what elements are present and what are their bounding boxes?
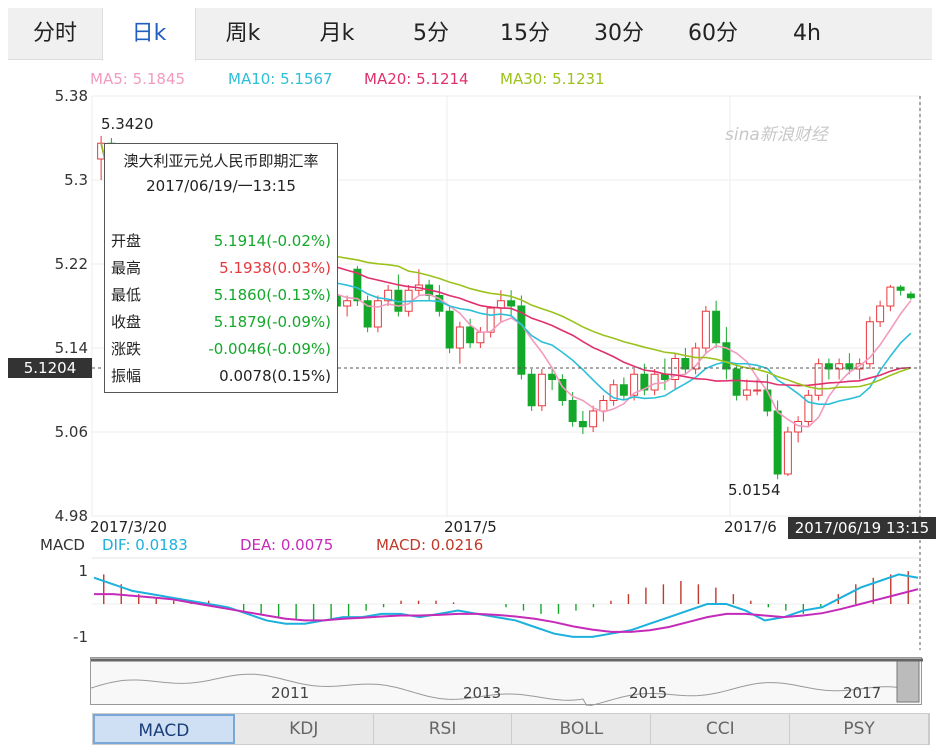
candle-body [455, 326, 464, 349]
candle-body [589, 410, 598, 428]
candle-body [650, 373, 659, 391]
candle-body [732, 368, 741, 396]
candle-body [681, 358, 690, 370]
sina-watermark: sina新浪财经 [725, 125, 830, 145]
candle-body [507, 300, 516, 307]
tooltip-row-value: 0.0078(0.15%) [219, 367, 331, 385]
candle-body [578, 421, 587, 428]
tooltip-row-label: 收盘 [111, 313, 142, 331]
candle-body [537, 373, 546, 407]
indicator-tab-boll[interactable]: BOLL [512, 714, 652, 744]
candle-body [599, 400, 608, 412]
price-tick-label: 4.98 [55, 507, 88, 525]
price-tick-label: 5.22 [55, 255, 88, 273]
price-tick-label: 5.38 [55, 87, 88, 105]
candle-body [527, 373, 536, 407]
indicator-tab-macd[interactable]: MACD [93, 714, 235, 744]
indicator-tab-cci[interactable]: CCI [651, 714, 791, 744]
tooltip-row: 最低 5.1860(-0.13%) [111, 282, 331, 309]
tooltip-row-value: -0.0046(-0.09%) [208, 340, 331, 358]
tooltip-row-value: 5.1860(-0.13%) [213, 286, 331, 304]
navigator-year-label: 2015 [629, 684, 667, 702]
candle-body [906, 293, 915, 299]
navigator-handle [896, 659, 920, 703]
tooltip-row: 开盘 5.1914(-0.02%) [111, 228, 331, 255]
candle-body [517, 305, 526, 375]
tooltip-row-label: 开盘 [111, 232, 142, 250]
tooltip-row-label: 最低 [111, 286, 142, 304]
time-navigator[interactable]: 2011 2013 2015 2017 [90, 657, 923, 707]
date-label: 2017/6 [724, 518, 777, 536]
indicator-tab-psy[interactable]: PSY [790, 714, 929, 744]
ohlc-tooltip: 澳大利亚元兑人民币即期汇率 2017/06/19/一13:15 开盘 5.1914… [104, 143, 338, 393]
tooltip-row-value: 5.1879(-0.09%) [213, 313, 331, 331]
tooltip-row-label: 最高 [111, 259, 142, 277]
indicator-tab-rsi[interactable]: RSI [373, 714, 513, 744]
price-tick-label: 5.3 [64, 171, 88, 189]
candle-body [712, 310, 721, 344]
high-annotation: 5.3420 [101, 115, 154, 133]
candle-body [701, 310, 710, 349]
price-tick-label: 5.14 [55, 339, 88, 357]
dif-legend: DIF: 0.0183 [102, 536, 188, 554]
tooltip-title: 澳大利亚元兑人民币即期汇率 [123, 152, 319, 170]
macd-label: MACD [40, 536, 85, 554]
low-annotation: 5.0154 [728, 481, 781, 499]
candle-body [896, 286, 905, 291]
crosshair-date-label: 2017/06/19 13:15 [788, 517, 936, 539]
candle-body [753, 389, 762, 392]
tooltip-row: 收盘 5.1879(-0.09%) [111, 309, 331, 336]
tooltip-row-label: 振幅 [111, 367, 142, 385]
navigator-year-label: 2011 [271, 684, 309, 702]
candle-body [763, 389, 772, 412]
indicator-tab-kdj[interactable]: KDJ [234, 714, 374, 744]
price-tick-label: 5.06 [55, 423, 88, 441]
candle-body [742, 389, 751, 396]
tooltip-date: 2017/06/19/一13:15 [146, 177, 296, 195]
candle-body [568, 400, 577, 422]
tooltip-row: 最高 5.1938(0.03%) [111, 255, 331, 282]
tooltip-row-label: 涨跌 [111, 340, 142, 358]
tooltip-row: 涨跌 -0.0046(-0.09%) [111, 336, 331, 363]
macd-tick-label: 1 [78, 562, 88, 580]
candle-body [773, 410, 782, 475]
date-label: 2017/3/20 [90, 518, 167, 536]
candle-body [373, 300, 382, 328]
crosshair-price-label: 5.1204 [8, 358, 92, 378]
macd-tick-label: -1 [73, 628, 88, 646]
candle-body [476, 331, 485, 344]
candle-body [466, 326, 475, 344]
tooltip-row: 振幅 0.0078(0.15%) [111, 363, 331, 390]
candle-body [548, 373, 557, 380]
candle-body [343, 300, 352, 307]
tooltip-row-value: 5.1938(0.03%) [219, 259, 331, 277]
tooltip-row-value: 5.1914(-0.02%) [213, 232, 331, 250]
candle-body [876, 305, 885, 323]
dea-line [94, 588, 919, 633]
candle-body [619, 384, 628, 396]
candle-body [783, 431, 792, 475]
candle-body [886, 286, 895, 307]
candle-body [445, 310, 454, 349]
macd-value-legend: MACD: 0.0216 [376, 536, 484, 554]
navigator-year-label: 2017 [843, 684, 881, 702]
indicator-tabs: MACD KDJ RSI BOLL CCI PSY [92, 713, 930, 745]
date-label: 2017/5 [444, 518, 497, 536]
navigator-year-label: 2013 [463, 684, 501, 702]
dea-legend: DEA: 0.0075 [240, 536, 334, 554]
